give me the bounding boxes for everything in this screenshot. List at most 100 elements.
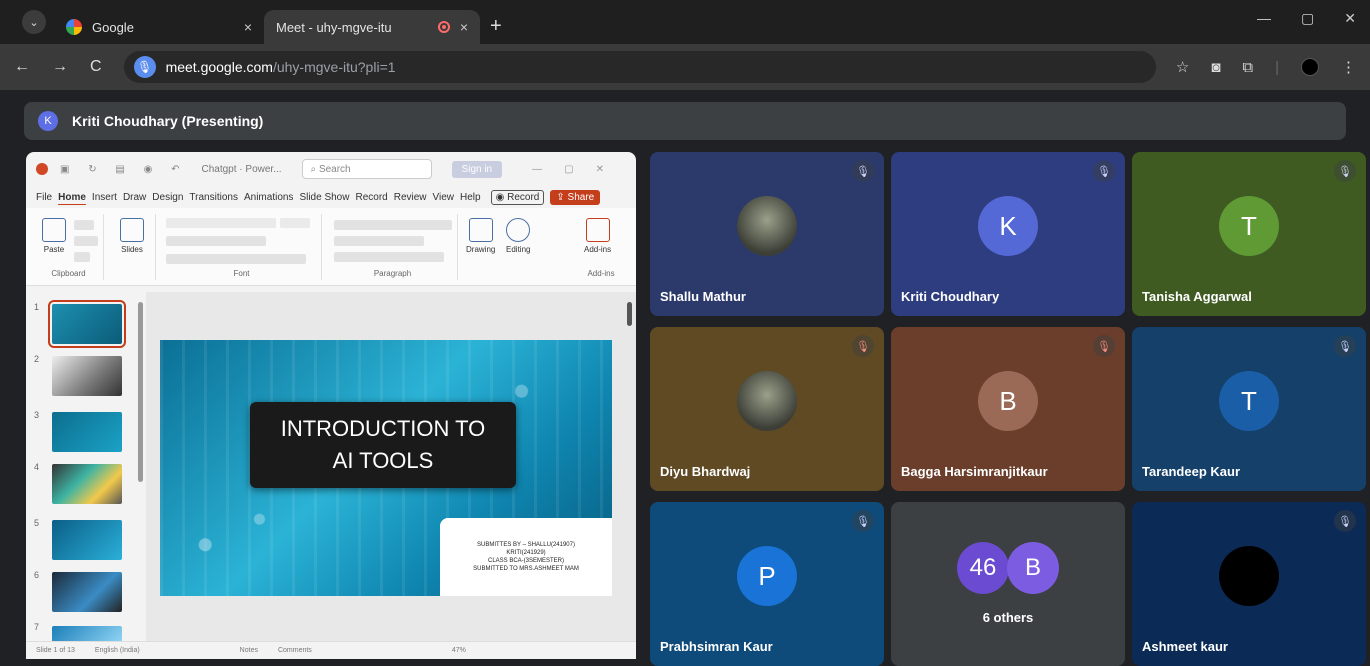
back-arrow-icon[interactable]: ← [14, 58, 30, 76]
drawing-label: Drawing [466, 245, 496, 254]
ribbon-addins: Add-ins Add-ins [574, 214, 628, 280]
ppt-menu-slideshow: Slide Show [299, 191, 350, 203]
addins-group-label: Add-ins [587, 269, 615, 278]
participant-tile[interactable]: 🎙 K Kriti Choudhary [891, 152, 1125, 316]
participant-avatar: K [978, 196, 1038, 256]
camera-icon[interactable]: ◙ [1211, 59, 1220, 76]
participant-tile[interactable]: 46 B 6 others [891, 502, 1125, 666]
ppt-search-input: ⌕ Search [301, 159, 432, 179]
tab-title: Google [92, 19, 134, 35]
addins-button: Add-ins [584, 218, 611, 254]
clipboard-label: Clipboard [51, 269, 86, 278]
participant-name: Prabhsimran Kaur [660, 639, 773, 654]
tab-google[interactable]: Google × [54, 10, 264, 44]
participant-avatar [737, 196, 797, 256]
participant-tile[interactable]: 🎙 Diyu Bhardwaj [650, 327, 884, 491]
participant-name: Kriti Choudhary [901, 289, 1000, 304]
slides-label: Slides [121, 245, 143, 254]
mic-off-icon: 🎙 [1334, 510, 1356, 532]
minimize-icon[interactable]: — [1257, 10, 1271, 27]
thumb-number: 6 [34, 570, 40, 580]
participant-tile[interactable]: 🎙 T Tarandeep Kaur [1132, 327, 1366, 491]
powerpoint-logo-icon [36, 163, 48, 175]
search-icon [506, 218, 531, 242]
editing-label: Editing [506, 245, 531, 254]
format-painter-icon [74, 252, 90, 262]
participant-name: Bagga Harsimranjitkaur [901, 464, 1048, 479]
mic-off-icon: 🎙 [1334, 335, 1356, 357]
others-avatar: B [1007, 542, 1059, 594]
reload-icon[interactable]: C [90, 58, 102, 76]
slides-button: Slides [120, 218, 144, 254]
url-field[interactable]: 🎙 meet.google.com /uhy-mgve-itu?pli=1 [123, 51, 1156, 83]
font-label: Font [233, 269, 250, 278]
paste-icon [42, 218, 66, 242]
bookmark-star-icon[interactable]: ☆ [1176, 58, 1189, 76]
participant-avatar: B [978, 371, 1038, 431]
participant-tile[interactable]: 🎙 P Prabhsimran Kaur [650, 502, 884, 666]
participant-name: Tanisha Aggarwal [1142, 289, 1252, 304]
slide-count: Slide 1 of 13 [36, 647, 75, 654]
more-menu-icon[interactable]: ⋮ [1341, 58, 1356, 76]
slide-thumbnail [52, 464, 122, 504]
font-color-row [166, 254, 306, 264]
editor-scrollbar [627, 302, 632, 326]
shared-presentation: ▣ ↻ ▤ ◉ ↶ Chatgpt · Power... ⌕ Search Si… [26, 152, 636, 659]
close-window-icon[interactable]: ✕ [1344, 10, 1356, 27]
window-controls: — ▢ ✕ [1257, 10, 1356, 27]
slide-thumbnail [52, 412, 122, 452]
mic-off-icon: 🎙 [852, 510, 874, 532]
ppt-menu-draw: Draw [122, 191, 147, 203]
ppt-sign-in: Sign in [451, 160, 503, 178]
new-tab-button[interactable]: + [490, 15, 502, 38]
ppt-menu-view: View [432, 191, 455, 203]
mic-off-icon: 🎙 [852, 335, 874, 357]
tab-close-icon[interactable]: × [460, 19, 468, 35]
participant-name: Diyu Bhardwaj [660, 464, 751, 479]
thumbnail-scrollbar [138, 302, 143, 482]
participant-tile[interactable]: 🎙 Ashmeet kaur [1132, 502, 1366, 666]
paste-button: Paste [42, 218, 66, 254]
tab-close-icon[interactable]: × [244, 19, 252, 35]
participant-tile[interactable]: 🎙 Shallu Mathur [650, 152, 884, 316]
address-bar: ← → C 🎙 meet.google.com /uhy-mgve-itu?pl… [0, 44, 1370, 90]
comments-toggle: Comments [277, 647, 312, 654]
ppt-share-label: Share [567, 191, 595, 203]
participant-avatar [1219, 546, 1279, 606]
font-size-box [280, 218, 310, 228]
ribbon-slides: Slides [110, 214, 156, 280]
extensions-icon[interactable]: ⧉ [1242, 59, 1253, 76]
participant-name: Ashmeet kaur [1142, 639, 1228, 654]
slide-thumbnails: 1 2 3 4 5 6 7 [26, 292, 144, 642]
participant-tile[interactable]: 🎙 B Bagga Harsimranjitkaur [891, 327, 1125, 491]
tab-title: Meet - uhy-mgve-itu [276, 19, 392, 35]
forward-arrow-icon[interactable]: → [52, 58, 68, 76]
thumb-number: 7 [34, 622, 40, 632]
microphone-icon[interactable]: 🎙 [133, 56, 156, 78]
url-host: meet.google.com [165, 59, 273, 75]
ppt-file-name: Chatgpt · Power... [201, 163, 282, 175]
mic-off-icon: 🎙 [1093, 335, 1115, 357]
participant-tile[interactable]: 🎙 T Tanisha Aggarwal [1132, 152, 1366, 316]
ppt-menu-file: File [36, 191, 53, 203]
mic-off-icon: 🎙 [852, 160, 874, 182]
tab-meet[interactable]: Meet - uhy-mgve-itu × [264, 10, 480, 116]
ppt-record-label: Record [507, 191, 540, 203]
copy-icon [74, 236, 98, 246]
slide-thumbnail [52, 520, 122, 560]
participant-name: Tarandeep Kaur [1142, 464, 1241, 479]
ppt-menu-help: Help [460, 191, 481, 203]
maximize-icon[interactable]: ▢ [1301, 10, 1314, 27]
ppt-menu-animations: Animations [243, 191, 294, 203]
ppt-share-button: ⇪ Share [550, 189, 601, 205]
google-favicon-icon [66, 19, 82, 35]
addins-icon [585, 218, 610, 242]
paste-label: Paste [43, 245, 65, 254]
font-style-row [166, 236, 266, 246]
url-path: /uhy-mgve-itu?pli=1 [272, 59, 396, 75]
ppt-menu-transitions: Transitions [189, 191, 238, 203]
tab-search-icon[interactable]: ⌄ [22, 10, 46, 34]
ppt-window-controls: —▢✕ [532, 163, 626, 175]
thumb-number: 5 [34, 518, 40, 528]
profile-avatar[interactable] [1301, 58, 1319, 76]
